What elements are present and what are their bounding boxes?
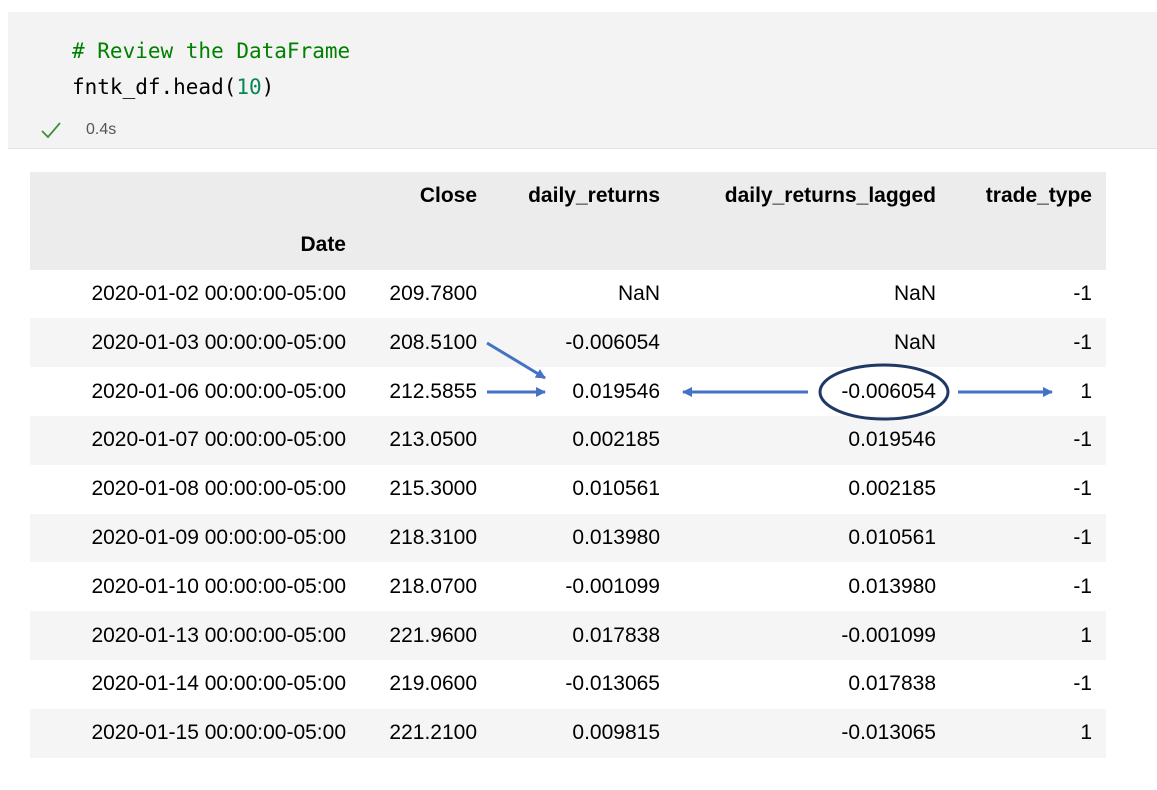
table-cell: 218.3100 bbox=[389, 525, 477, 549]
table-row: 2020-01-06 00:00:00-05:00 212.5855 0.01954… bbox=[30, 367, 1106, 416]
table-body: 2020-01-02 00:00:00-05:00 209.7800 NaN NaN -… bbox=[30, 270, 1106, 758]
code-call-arg: 10 bbox=[236, 75, 262, 99]
table-row: 2020-01-08 00:00:00-05:00 215.3000 0.01056… bbox=[30, 465, 1106, 514]
column-header: daily_returns bbox=[528, 184, 660, 208]
row-index-date: 2020-01-10 00:00:00-05:00 bbox=[91, 574, 346, 598]
table-row: 2020-01-09 00:00:00-05:00 218.3100 0.01398… bbox=[30, 513, 1106, 563]
code-call-suffix: ) bbox=[261, 75, 275, 99]
row-index-date: 2020-01-14 00:00:00-05:00 bbox=[91, 672, 346, 696]
row-index-date: 2020-01-02 00:00:00-05:00 bbox=[91, 281, 346, 305]
table-row: 2020-01-02 00:00:00-05:00 209.7800 NaN NaN -… bbox=[30, 270, 1106, 319]
table-row: 2020-01-10 00:00:00-05:00 218.0700 -0.0010… bbox=[30, 562, 1106, 611]
row-index-date: 2020-01-13 00:00:00-05:00 bbox=[91, 623, 346, 647]
table-cell: -0.006054 bbox=[565, 330, 660, 354]
table-cell: 0.019546 bbox=[848, 428, 936, 452]
table-cell: 0.017838 bbox=[572, 623, 660, 647]
row-index-date: 2020-01-09 00:00:00-05:00 bbox=[91, 525, 346, 549]
table-cell: 1 bbox=[1080, 623, 1092, 647]
table-cell: -0.013065 bbox=[565, 672, 660, 696]
table-cell: 221.9600 bbox=[389, 623, 477, 647]
execution-time: 0.4s bbox=[86, 121, 117, 138]
table-cell: 0.009815 bbox=[572, 721, 660, 745]
check-icon bbox=[41, 122, 61, 139]
table-cell: NaN bbox=[893, 330, 936, 354]
table-cell: 0.013980 bbox=[572, 525, 660, 549]
table-cell: 215.3000 bbox=[389, 477, 477, 501]
table-cell: 213.0500 bbox=[389, 428, 477, 452]
row-index-date: 2020-01-07 00:00:00-05:00 bbox=[91, 428, 346, 452]
table-cell: -0.001099 bbox=[565, 574, 660, 598]
table-cell: -0.006054 bbox=[841, 379, 936, 403]
table-cell: -1 bbox=[1073, 428, 1092, 452]
blank-header-cell bbox=[30, 172, 360, 221]
table-cell: NaN bbox=[617, 281, 660, 305]
index-header-row: Date bbox=[30, 220, 1106, 270]
table-cell: -1 bbox=[1073, 477, 1092, 501]
table-cell: 221.2100 bbox=[389, 721, 477, 745]
table-cell: -1 bbox=[1073, 574, 1092, 598]
table-cell: 0.019546 bbox=[572, 379, 660, 403]
table-row: 2020-01-14 00:00:00-05:00 219.0600 -0.0130… bbox=[30, 660, 1106, 709]
table-cell: 0.013980 bbox=[848, 574, 936, 598]
code-cell[interactable]: # Review the DataFrame fntk_df.head(10) … bbox=[8, 12, 1157, 149]
table-cell: -1 bbox=[1073, 672, 1092, 696]
column-header-row: Close daily_returns daily_returns_lagged… bbox=[30, 172, 1106, 221]
table-cell: 0.002185 bbox=[848, 477, 936, 501]
table-row: 2020-01-13 00:00:00-05:00 221.9600 0.01783… bbox=[30, 611, 1106, 660]
table-cell: 0.010561 bbox=[848, 525, 936, 549]
column-header: daily_returns_lagged bbox=[724, 184, 936, 208]
table-cell: 1 bbox=[1080, 379, 1092, 403]
row-index-date: 2020-01-06 00:00:00-05:00 bbox=[91, 379, 346, 403]
table-cell: NaN bbox=[893, 281, 936, 305]
table-cell: -1 bbox=[1073, 525, 1092, 549]
table-cell: 1 bbox=[1080, 721, 1092, 745]
row-index-date: 2020-01-08 00:00:00-05:00 bbox=[91, 477, 346, 501]
table-cell: 209.7800 bbox=[389, 281, 477, 305]
row-index-date: 2020-01-03 00:00:00-05:00 bbox=[91, 330, 346, 354]
table-cell: -1 bbox=[1073, 330, 1092, 354]
table-cell: 0.017838 bbox=[848, 672, 936, 696]
table-cell: 218.0700 bbox=[389, 574, 477, 598]
column-header: Close bbox=[419, 184, 477, 208]
table-row: 2020-01-07 00:00:00-05:00 213.0500 0.00218… bbox=[30, 415, 1106, 465]
execution-status: 0.4s bbox=[40, 118, 116, 142]
index-name-header: Date bbox=[300, 233, 346, 257]
code-comment-line: # Review the DataFrame bbox=[72, 39, 351, 63]
code-call-prefix: fntk_df.head( bbox=[72, 75, 237, 99]
table-cell: -0.001099 bbox=[841, 623, 936, 647]
code-call-line: fntk_df.head(10) bbox=[72, 74, 274, 100]
table-cell: -0.013065 bbox=[841, 721, 936, 745]
row-index-date: 2020-01-15 00:00:00-05:00 bbox=[91, 721, 346, 745]
table-cell: -1 bbox=[1073, 281, 1092, 305]
table-cell: 0.002185 bbox=[572, 428, 660, 452]
dataframe-output: Close daily_returns daily_returns_lagged… bbox=[30, 172, 1106, 758]
table-row: 2020-01-03 00:00:00-05:00 208.5100 -0.0060… bbox=[30, 318, 1106, 368]
table-cell: 208.5100 bbox=[389, 330, 477, 354]
column-header: trade_type bbox=[985, 184, 1092, 208]
table-row: 2020-01-15 00:00:00-05:00 221.2100 0.00981… bbox=[30, 708, 1106, 758]
table-cell: 0.010561 bbox=[572, 477, 660, 501]
table-cell: 219.0600 bbox=[389, 672, 477, 696]
table-cell: 212.5855 bbox=[389, 379, 477, 403]
